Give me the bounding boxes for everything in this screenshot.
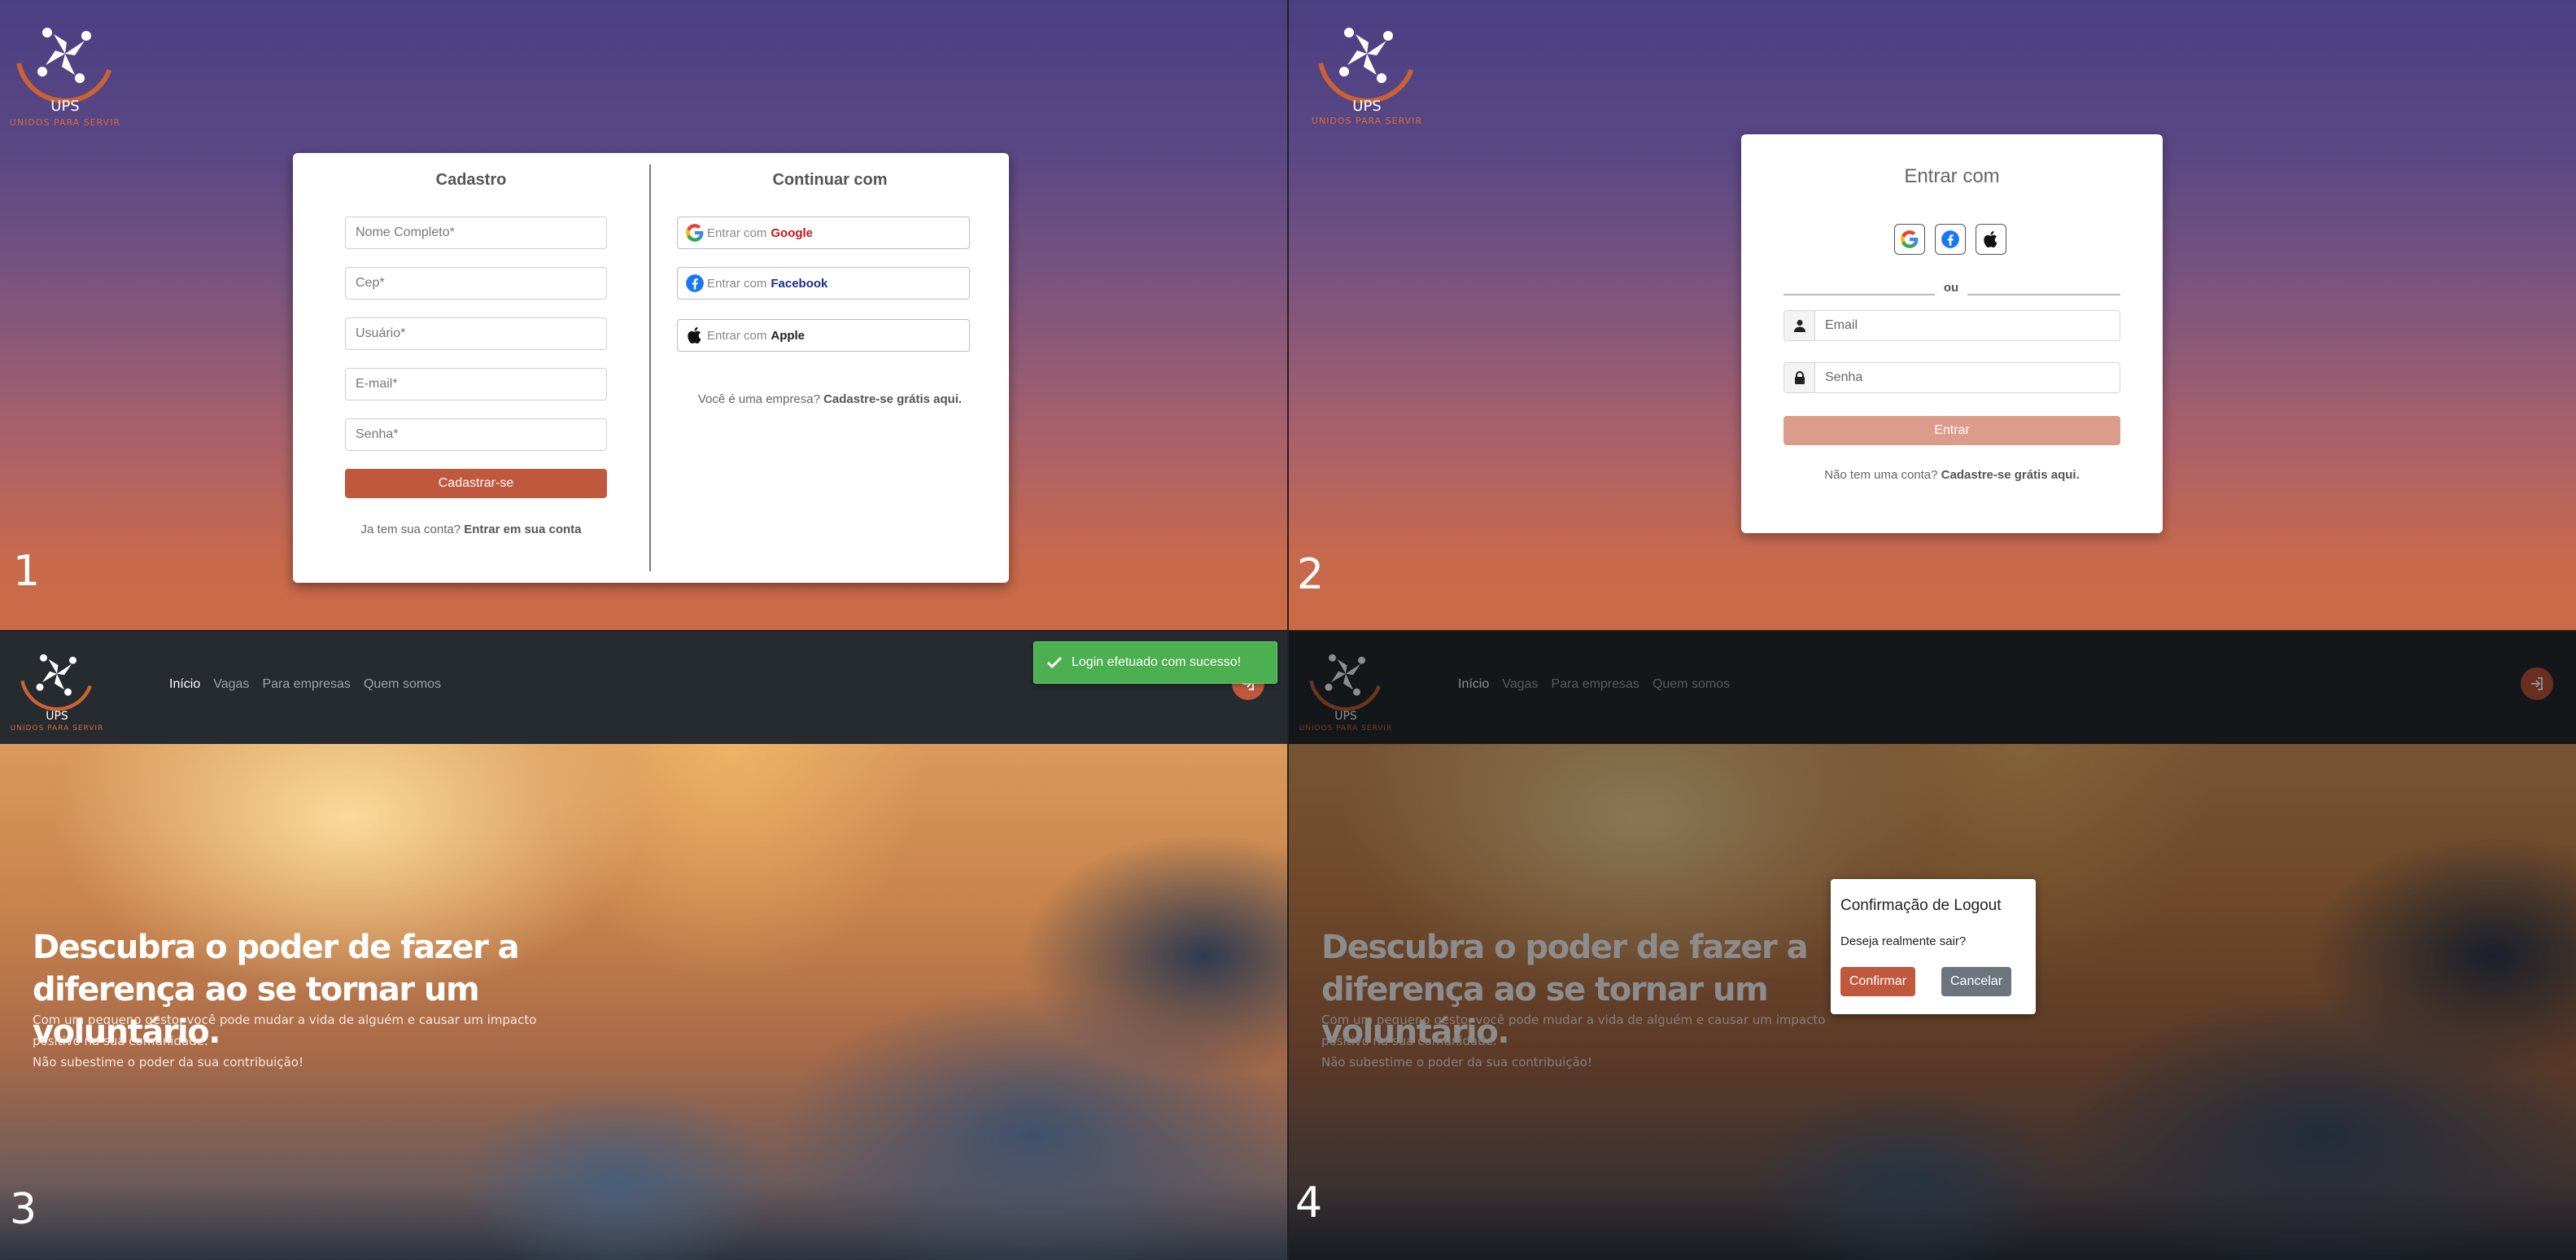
login-prompt-line: Ja tem sua conta? Entrar em sua conta xyxy=(293,523,649,536)
apple-signin-button[interactable]: Entrar com Apple xyxy=(677,319,970,352)
user-icon xyxy=(1784,311,1815,340)
facebook-icon xyxy=(1941,230,1959,248)
nav-link-quem-somos[interactable]: Quem somos xyxy=(364,677,441,692)
continue-with-title: Continuar com xyxy=(772,171,888,189)
ups-logo[interactable]: UPS UNIDOS PARA SERVIR xyxy=(8,635,106,741)
panel-number: 1 xyxy=(13,547,41,596)
modal-message: Deseja realmente sair? xyxy=(1840,934,1967,948)
password-input-group[interactable]: Senha xyxy=(1784,362,2120,393)
facebook-signin-button[interactable]: Entrar com Facebook xyxy=(677,267,970,300)
panel-number: 3 xyxy=(10,1185,37,1234)
login-title: Entrar com xyxy=(1904,165,2000,187)
confirm-button[interactable]: Confirmar xyxy=(1840,967,1915,996)
login-link[interactable]: Entrar em sua conta xyxy=(464,523,581,536)
apple-icon xyxy=(688,326,701,343)
ups-logo[interactable]: UPS UNIDOS PARA SERVIR xyxy=(0,3,130,133)
logo-tagline: UNIDOS PARA SERVIR xyxy=(9,117,121,128)
logo-tagline: UNIDOS PARA SERVIR xyxy=(10,724,104,733)
home-screen-logged-in: UPS UNIDOS PARA SERVIR Início Vagas Para… xyxy=(0,632,1287,1260)
signup-link[interactable]: Cadastre-se grátis aqui. xyxy=(1941,468,2080,482)
login-button[interactable]: Entrar xyxy=(1784,416,2120,445)
panel-number: 2 xyxy=(1297,550,1325,599)
google-login-button[interactable] xyxy=(1894,224,1925,255)
login-screen: UPS UNIDOS PARA SERVIR 2 Entrar com ou E… xyxy=(1289,0,2576,630)
nav-link-para-empresas[interactable]: Para empresas xyxy=(262,677,351,692)
facebook-button-prefix: Entrar com xyxy=(707,276,767,291)
signup-title: Cadastro xyxy=(435,171,507,189)
panel-number: 4 xyxy=(1295,1179,1323,1227)
success-toast: Login efetuado com sucesso! xyxy=(1033,641,1277,684)
google-icon xyxy=(1901,230,1919,248)
nav-links: Início Vagas Para empresas Quem somos xyxy=(169,677,441,692)
check-icon xyxy=(1046,656,1063,669)
hero-body-line1: Com um pequeno gesto, você pode mudar a … xyxy=(33,1013,537,1048)
cep-field[interactable]: Cep* xyxy=(345,267,607,300)
apple-login-button[interactable] xyxy=(1976,224,2006,255)
logout-confirm-screen: UPS UNIDOS PARA SERVIR Início Vagas Para… xyxy=(1289,632,2576,1260)
google-button-brand: Google xyxy=(771,225,814,240)
apple-icon xyxy=(1984,230,1997,247)
company-prompt: Você é uma empresa? xyxy=(697,392,820,406)
logo-mark-icon xyxy=(1317,4,1417,103)
login-card: Entrar com ou Email Senha Entrar Não tem… xyxy=(1741,134,2163,533)
logo-name: UPS xyxy=(50,98,80,115)
toast-message: Login efetuado com sucesso! xyxy=(1072,655,1242,669)
fullname-field[interactable]: Nome Completo* xyxy=(345,217,607,249)
username-field[interactable]: Usuário* xyxy=(345,317,607,350)
logo-tagline: UNIDOS PARA SERVIR xyxy=(1311,116,1423,126)
hero-section: Descubra o poder de fazer a diferença ao… xyxy=(0,744,1287,1260)
google-button-prefix: Entrar com xyxy=(707,225,767,240)
email-field[interactable]: E-mail* xyxy=(345,368,607,400)
logo-mark-icon xyxy=(15,4,115,103)
modal-title: Confirmação de Logout xyxy=(1840,897,2002,914)
logo-mark-icon xyxy=(20,637,94,711)
company-prompt-line: Você é uma empresa? Cadastre-se grátis a… xyxy=(651,392,1009,406)
password-input[interactable]: Senha xyxy=(1815,363,2120,392)
logo-name: UPS xyxy=(46,710,68,723)
password-field[interactable]: Senha* xyxy=(345,418,607,451)
column-divider xyxy=(649,164,651,571)
email-input-group[interactable]: Email xyxy=(1784,310,2120,341)
signup-button[interactable]: Cadastrar-se xyxy=(345,469,607,498)
signup-card: Cadastro Nome Completo* Cep* Usuário* E-… xyxy=(293,153,1009,583)
signup-screen: UPS UNIDOS PARA SERVIR 1 Cadastro Nome C… xyxy=(0,0,1287,630)
hero-body: Com um pequeno gesto, você pode mudar a … xyxy=(33,1009,537,1073)
facebook-icon xyxy=(686,274,704,292)
ups-logo[interactable]: UPS UNIDOS PARA SERVIR xyxy=(1302,3,1432,133)
company-signup-link[interactable]: Cadastre-se grátis aqui. xyxy=(823,392,962,406)
apple-button-brand: Apple xyxy=(771,328,806,343)
logo-name: UPS xyxy=(1352,98,1382,115)
google-signin-button[interactable]: Entrar com Google xyxy=(677,217,970,249)
logout-modal: Confirmação de Logout Deseja realmente s… xyxy=(1831,879,2036,1014)
lock-icon xyxy=(1784,363,1815,392)
facebook-login-button[interactable] xyxy=(1935,224,1966,255)
hero-body-line2: Não subestime o poder da sua contribuiçã… xyxy=(33,1055,303,1070)
login-prompt: Ja tem sua conta? xyxy=(360,523,461,536)
nav-link-vagas[interactable]: Vagas xyxy=(213,677,249,692)
separator-line-left xyxy=(1784,294,1935,295)
google-icon xyxy=(686,224,704,242)
separator-line-right xyxy=(1967,294,2120,295)
nav-link-inicio[interactable]: Início xyxy=(169,677,200,692)
separator-text: ou xyxy=(1943,281,1959,295)
signup-prompt: Não tem uma conta? xyxy=(1824,468,1938,482)
apple-button-prefix: Entrar com xyxy=(707,328,767,343)
email-input[interactable]: Email xyxy=(1815,311,2120,340)
signup-prompt-line: Não tem uma conta? Cadastre-se grátis aq… xyxy=(1741,468,2163,482)
facebook-button-brand: Facebook xyxy=(771,276,828,291)
cancel-button[interactable]: Cancelar xyxy=(1941,967,2011,996)
